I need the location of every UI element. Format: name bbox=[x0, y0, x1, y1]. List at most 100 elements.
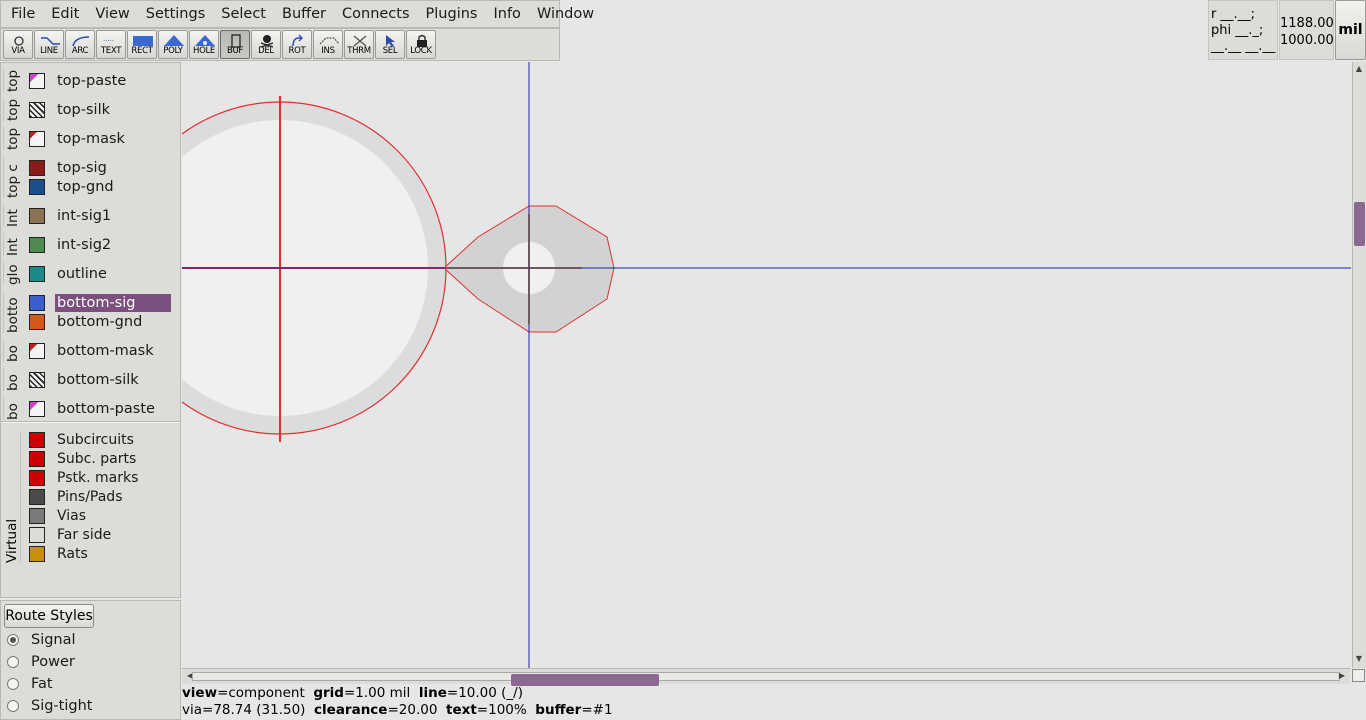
layer-color-swatch[interactable] bbox=[29, 236, 45, 253]
tool-ins-button[interactable]: INS bbox=[313, 30, 343, 59]
vertical-scrollbar[interactable]: ▲ ▼ bbox=[1352, 62, 1366, 668]
layer-name[interactable]: top-sig bbox=[55, 159, 109, 177]
layer-bottom-gnd[interactable]: bottom-gnd bbox=[29, 312, 144, 331]
scroll-down-icon[interactable]: ▼ bbox=[1353, 654, 1365, 663]
layer-int-sig2[interactable]: int-sig2 bbox=[29, 235, 113, 254]
layer-name[interactable]: Subcircuits bbox=[55, 431, 136, 449]
layer-group-label[interactable]: top c bbox=[3, 156, 21, 198]
layer-name[interactable]: Vias bbox=[55, 507, 88, 525]
layer-color-swatch[interactable] bbox=[29, 469, 45, 486]
layer-color-swatch[interactable] bbox=[29, 72, 45, 89]
tool-via-button[interactable]: VIA bbox=[3, 30, 33, 59]
layer-name[interactable]: bottom-silk bbox=[55, 371, 141, 389]
layer-group-label[interactable]: top bbox=[3, 127, 21, 150]
layer-color-swatch[interactable] bbox=[29, 488, 45, 505]
vertical-scroll-thumb[interactable] bbox=[1354, 202, 1365, 246]
layer-name[interactable]: int-sig2 bbox=[55, 236, 113, 254]
layer-name[interactable]: bottom-gnd bbox=[55, 313, 144, 331]
layer-top-sig[interactable]: top-sig bbox=[29, 158, 109, 177]
layer-name[interactable]: bottom-mask bbox=[55, 342, 156, 360]
route-style-power[interactable]: Power bbox=[7, 654, 75, 670]
tool-lock-button[interactable]: LOCK bbox=[406, 30, 436, 59]
layer-name[interactable]: top-paste bbox=[55, 72, 128, 90]
layer-color-swatch[interactable] bbox=[29, 431, 45, 448]
layer-group-label[interactable]: Int bbox=[3, 233, 21, 256]
virtual-group-label[interactable]: Virtual bbox=[3, 431, 21, 563]
layer-name[interactable]: top-mask bbox=[55, 130, 127, 148]
layer-bottom-sig[interactable]: bottom-sig bbox=[29, 293, 171, 312]
layer-color-swatch[interactable] bbox=[29, 545, 45, 562]
menu-connects[interactable]: Connects bbox=[334, 1, 418, 27]
layer-color-swatch[interactable] bbox=[29, 101, 45, 118]
menu-edit[interactable]: Edit bbox=[43, 1, 87, 27]
layer-top-silk[interactable]: top-silk bbox=[29, 100, 112, 119]
layer-group-label[interactable]: Int bbox=[3, 204, 21, 227]
layer-color-swatch[interactable] bbox=[29, 159, 45, 176]
layer-outline[interactable]: outline bbox=[29, 264, 109, 283]
layer-name[interactable]: Pstk. marks bbox=[55, 469, 140, 487]
layer-name[interactable]: Rats bbox=[55, 545, 90, 563]
route-style-fat[interactable]: Fat bbox=[7, 676, 53, 692]
layer-group-label[interactable]: top bbox=[3, 98, 21, 121]
layer-top-gnd[interactable]: top-gnd bbox=[29, 177, 116, 196]
menu-select[interactable]: Select bbox=[213, 1, 274, 27]
horizontal-scroll-track[interactable] bbox=[192, 672, 1340, 686]
layer-name[interactable]: bottom-paste bbox=[55, 400, 157, 418]
board-view[interactable] bbox=[182, 62, 1351, 668]
layer-group-label[interactable]: bo bbox=[3, 339, 21, 362]
virtual-layer-far-side[interactable]: Far side bbox=[29, 525, 113, 544]
layer-name[interactable]: top-silk bbox=[55, 101, 112, 119]
layer-bottom-mask[interactable]: bottom-mask bbox=[29, 341, 156, 360]
tool-poly-button[interactable]: POLY bbox=[158, 30, 188, 59]
virtual-layer-pins-pads[interactable]: Pins/Pads bbox=[29, 487, 124, 506]
radio-button[interactable] bbox=[7, 656, 19, 668]
radio-button[interactable] bbox=[7, 678, 19, 690]
zoom-fit-icon[interactable] bbox=[1352, 669, 1365, 682]
layer-name[interactable]: int-sig1 bbox=[55, 207, 113, 225]
unit-toggle-button[interactable]: mil bbox=[1335, 0, 1366, 60]
drawing-canvas[interactable] bbox=[182, 62, 1351, 668]
layer-group-label[interactable]: top bbox=[3, 69, 21, 92]
virtual-layer-subcircuits[interactable]: Subcircuits bbox=[29, 430, 136, 449]
tool-arc-button[interactable]: ARC bbox=[65, 30, 95, 59]
layer-color-swatch[interactable] bbox=[29, 526, 45, 543]
layer-color-swatch[interactable] bbox=[29, 342, 45, 359]
layer-color-swatch[interactable] bbox=[29, 265, 45, 282]
layer-color-swatch[interactable] bbox=[29, 400, 45, 417]
layer-color-swatch[interactable] bbox=[29, 371, 45, 388]
tool-rect-button[interactable]: RECT bbox=[127, 30, 157, 59]
radio-button[interactable] bbox=[7, 700, 19, 712]
layer-bottom-silk[interactable]: bottom-silk bbox=[29, 370, 141, 389]
menu-settings[interactable]: Settings bbox=[138, 1, 213, 27]
layer-name[interactable]: Far side bbox=[55, 526, 113, 544]
tool-buf-button[interactable]: BUF bbox=[220, 30, 250, 59]
layer-bottom-paste[interactable]: bottom-paste bbox=[29, 399, 157, 418]
layer-color-swatch[interactable] bbox=[29, 450, 45, 467]
layer-color-swatch[interactable] bbox=[29, 294, 45, 311]
layer-group-label[interactable]: botto bbox=[3, 291, 21, 333]
layer-int-sig1[interactable]: int-sig1 bbox=[29, 206, 113, 225]
virtual-layer-vias[interactable]: Vias bbox=[29, 506, 88, 525]
tool-sel-button[interactable]: SEL bbox=[375, 30, 405, 59]
route-styles-button[interactable]: Route Styles bbox=[4, 604, 94, 628]
tool-hole-button[interactable]: HOLE bbox=[189, 30, 219, 59]
layer-color-swatch[interactable] bbox=[29, 178, 45, 195]
layer-group-label[interactable]: bo bbox=[3, 397, 21, 420]
layer-color-swatch[interactable] bbox=[29, 507, 45, 524]
route-style-signal[interactable]: Signal bbox=[7, 632, 76, 648]
layer-name[interactable]: Subc. parts bbox=[55, 450, 138, 468]
layer-name[interactable]: outline bbox=[55, 265, 109, 283]
tool-thrm-button[interactable]: THRM bbox=[344, 30, 374, 59]
virtual-layer-rats[interactable]: Rats bbox=[29, 544, 90, 563]
menu-plugins[interactable]: Plugins bbox=[418, 1, 486, 27]
route-style-sig-tight[interactable]: Sig-tight bbox=[7, 698, 92, 714]
layer-top-paste[interactable]: top-paste bbox=[29, 71, 128, 90]
menu-window[interactable]: Window bbox=[529, 1, 602, 27]
menu-info[interactable]: Info bbox=[485, 1, 528, 27]
tool-line-button[interactable]: LINE bbox=[34, 30, 64, 59]
menu-view[interactable]: View bbox=[87, 1, 137, 27]
layer-group-label[interactable]: bo bbox=[3, 368, 21, 391]
layer-color-swatch[interactable] bbox=[29, 313, 45, 330]
scroll-up-icon[interactable]: ▲ bbox=[1353, 64, 1365, 73]
tool-text-button[interactable]: ····· TEXT bbox=[96, 30, 126, 59]
